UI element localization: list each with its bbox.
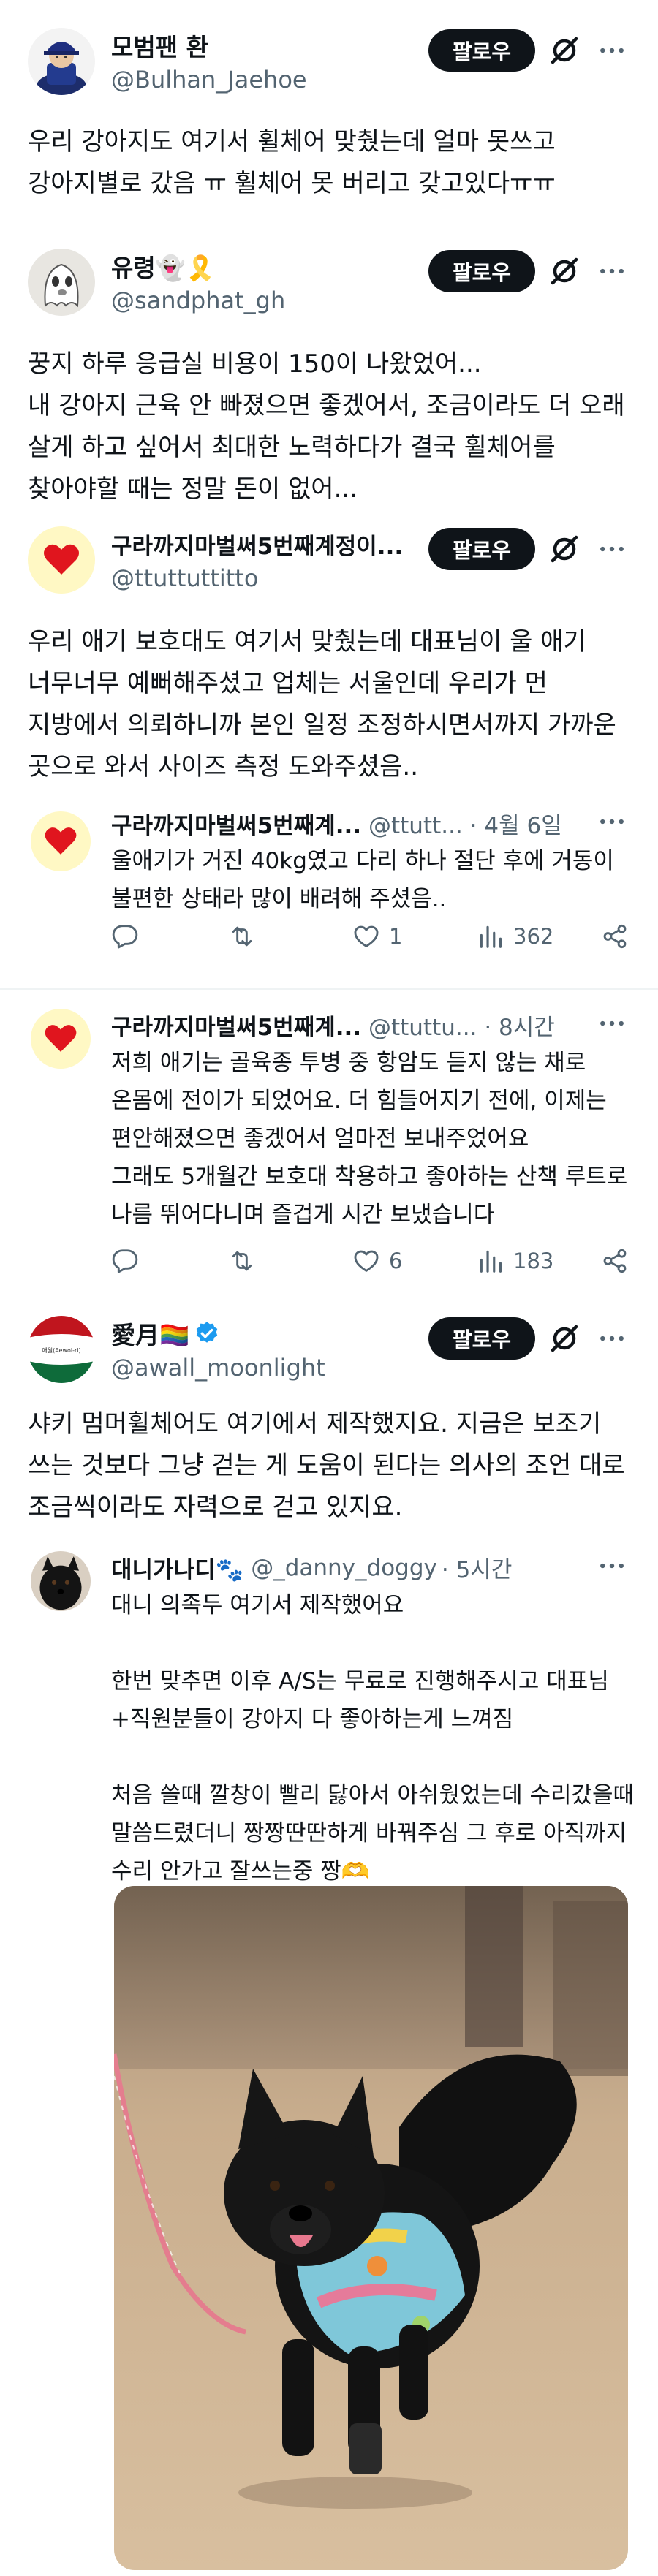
- author-handle[interactable]: @sandphat_gh: [111, 287, 285, 314]
- tweet-text: 저희 애기는 골육종 투병 중 항암도 듣지 않는 채로 온몸에 전이가 되었어…: [111, 1050, 628, 1228]
- author-name[interactable]: 구라까지마벌써5번째계...: [111, 813, 361, 839]
- timestamp[interactable]: · 5시간: [442, 1551, 512, 1584]
- views-button[interactable]: 362: [477, 918, 553, 955]
- follow-button[interactable]: 팔로우: [428, 250, 535, 292]
- avatar-bulhan[interactable]: [28, 28, 95, 95]
- share-button[interactable]: [601, 918, 629, 955]
- follow-button[interactable]: 팔로우: [428, 29, 535, 72]
- avatar-awall[interactable]: 애월(Aewol-ri): [28, 1316, 95, 1383]
- tweet-1: 모범팬 환 @Bulhan_Jaehoe 팔로우 우리 강아지도 여기서 휠체어…: [0, 0, 658, 234]
- tweet-6: 애월(Aewol-ri) 愛月🏳️‍🌈 @awall_moonlight 팔로우…: [0, 1301, 658, 1535]
- more-icon[interactable]: [596, 34, 628, 67]
- reply-meta: 구라까지마벌써5번째계... @ttuttu... · 8시간: [111, 1009, 555, 1042]
- grok-icon[interactable]: [548, 1322, 581, 1355]
- tweet-4-reply: 구라까지마벌써5번째계... @ttutt... · 4월 6일 울애기가 거진…: [0, 789, 658, 987]
- timestamp[interactable]: · 8시간: [484, 1015, 554, 1041]
- tweet-actions: 6 183: [111, 1243, 635, 1279]
- more-icon[interactable]: [596, 533, 628, 565]
- reply-button[interactable]: [111, 918, 148, 955]
- tweet-text: 울애기가 거진 40kg였고 다리 하나 절단 후에 거동이 불편한 상태라 많…: [111, 848, 621, 912]
- reply-meta: 대니가나디🐾 @_danny_doggy · 5시간: [111, 1551, 512, 1584]
- author-name[interactable]: 유령👻🎗️: [111, 249, 216, 284]
- reply-meta: 구라까지마벌써5번째계... @ttutt... · 4월 6일: [111, 807, 562, 840]
- like-icon: [354, 925, 379, 947]
- views-icon: [480, 925, 502, 948]
- avatar-danny[interactable]: [31, 1551, 91, 1611]
- tweet-text: 샤키 멈머휠체어도 여기에서 제작했지요. 지금은 보조기 쓰는 것보다 그냥 …: [28, 1409, 633, 1522]
- views-icon: [480, 1250, 502, 1273]
- reply-icon: [112, 925, 138, 949]
- author-handle[interactable]: @ttuttu...: [368, 1015, 477, 1041]
- tweet-text: 우리 애기 보호대도 여기서 맞췄는데 대표님이 울 애기 너무너무 예뻐해주셨…: [28, 627, 624, 781]
- author-handle[interactable]: @_danny_doggy: [251, 1555, 437, 1581]
- tweet-text: 우리 강아지도 여기서 휠체어 맞췄는데 얼마 못쓰고 강아지별로 갔음 ㅠ 휠…: [28, 127, 556, 198]
- grok-icon[interactable]: [548, 34, 581, 67]
- author-name[interactable]: 대니가나디🐾: [111, 1551, 243, 1584]
- more-icon[interactable]: [596, 1550, 628, 1582]
- repost-button[interactable]: [228, 918, 265, 955]
- share-icon: [603, 1249, 627, 1273]
- author-name[interactable]: 구라까지마벌써5번째계정이...: [111, 528, 403, 561]
- avatar-ttuttuttitto[interactable]: [28, 526, 95, 594]
- reply-button[interactable]: [111, 1243, 148, 1279]
- avatar-sandphat[interactable]: [28, 249, 95, 316]
- views-count: 362: [513, 924, 554, 949]
- author-name[interactable]: 모범팬 환: [111, 28, 208, 63]
- tweet-actions: 1 362: [111, 918, 635, 955]
- views-button[interactable]: 183: [477, 1243, 553, 1279]
- avatar-text: 애월(Aewol-ri): [42, 1346, 80, 1354]
- tweet-2: 유령👻🎗️ @sandphat_gh 팔로우 꿍지 하루 응급실 비용이 150…: [0, 234, 658, 512]
- grok-icon[interactable]: [548, 255, 581, 287]
- repost-icon: [232, 926, 252, 947]
- reply-icon: [112, 1249, 138, 1273]
- more-icon[interactable]: [596, 255, 628, 287]
- like-count: 6: [389, 1249, 403, 1273]
- author-name[interactable]: 구라까지마벌써5번째계...: [111, 1015, 361, 1041]
- author-handle[interactable]: @ttutt...: [368, 813, 463, 839]
- grok-icon[interactable]: [548, 533, 581, 565]
- share-button[interactable]: [601, 1243, 629, 1279]
- author-handle[interactable]: @awall_moonlight: [111, 1354, 325, 1382]
- share-icon: [603, 924, 627, 949]
- tweet-5-reply: 구라까지마벌써5번째계... @ttuttu... · 8시간 저희 애기는 골…: [0, 990, 658, 1301]
- tweet-text: 대니 의족두 여기서 제작했어요 한번 맞추면 이후 A/S는 무료로 진행해주…: [111, 1592, 635, 1884]
- avatar-ttuttuttitto[interactable]: [31, 811, 91, 871]
- tweet-3: 구라까지마벌써5번째계정이... @ttuttuttitto 팔로우 우리 애기…: [0, 512, 658, 789]
- more-icon[interactable]: [596, 806, 628, 838]
- follow-button[interactable]: 팔로우: [428, 528, 535, 570]
- author-name-text: 愛月🏳️‍🌈: [111, 1321, 190, 1349]
- repost-button[interactable]: [228, 1243, 265, 1279]
- tweet-photo-dog[interactable]: [114, 1886, 628, 2570]
- timestamp[interactable]: · 4월 6일: [470, 813, 562, 839]
- author-handle[interactable]: @Bulhan_Jaehoe: [111, 66, 307, 94]
- like-button[interactable]: 6: [352, 1243, 402, 1279]
- follow-button[interactable]: 팔로우: [428, 1317, 535, 1360]
- verified-badge-icon: [196, 1322, 218, 1343]
- more-icon[interactable]: [596, 1007, 628, 1039]
- avatar-ttuttuttitto[interactable]: [31, 1009, 91, 1069]
- repost-icon: [232, 1251, 252, 1271]
- more-icon[interactable]: [596, 1322, 628, 1355]
- views-count: 183: [513, 1249, 554, 1273]
- tweet-text: 꿍지 하루 응급실 비용이 150이 나왔었어... 내 강아지 근육 안 빠졌…: [28, 349, 625, 504]
- like-button[interactable]: 1: [352, 918, 402, 955]
- author-name[interactable]: 愛月🏳️‍🌈: [111, 1316, 220, 1351]
- like-icon: [354, 1250, 379, 1272]
- author-handle[interactable]: @ttuttuttitto: [111, 564, 258, 592]
- like-count: 1: [389, 924, 403, 949]
